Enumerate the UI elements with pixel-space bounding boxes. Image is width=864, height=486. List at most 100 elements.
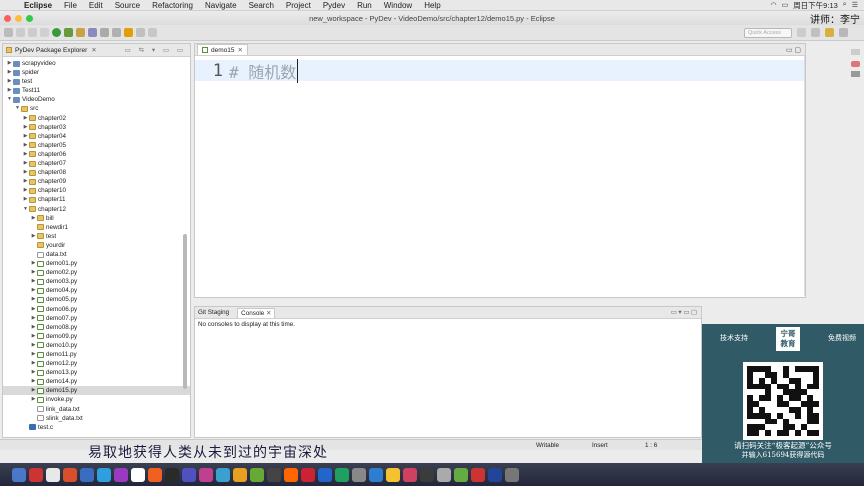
dock-app-icon[interactable] bbox=[148, 467, 162, 482]
perspective-python-icon[interactable] bbox=[825, 28, 834, 37]
perspective-icon[interactable] bbox=[797, 28, 806, 37]
menu-file[interactable]: File bbox=[58, 1, 83, 10]
menu-run[interactable]: Run bbox=[351, 1, 378, 10]
tree-item[interactable]: ▶ demo03.py bbox=[3, 277, 190, 286]
collapsed-arrow-icon[interactable]: ▶ bbox=[30, 268, 37, 277]
code-line-1[interactable]: 1 # 随机数 bbox=[195, 58, 805, 83]
collapsed-arrow-icon[interactable]: ▶ bbox=[22, 159, 29, 168]
collapsed-arrow-icon[interactable]: ▶ bbox=[30, 386, 37, 395]
expanded-arrow-icon[interactable]: ▼ bbox=[6, 95, 13, 104]
menu-window[interactable]: Window bbox=[378, 1, 418, 10]
tree-item[interactable]: ▶ spider bbox=[3, 68, 190, 77]
collapsed-arrow-icon[interactable]: ▶ bbox=[30, 359, 37, 368]
dock-app-icon[interactable] bbox=[488, 467, 502, 482]
collapsed-arrow-icon[interactable]: ▶ bbox=[22, 123, 29, 132]
tab-console[interactable]: Console ✕ bbox=[237, 307, 276, 318]
dock-app-icon[interactable] bbox=[301, 467, 315, 482]
tree-item[interactable]: ▼ VideoDemo bbox=[3, 95, 190, 104]
print-icon[interactable] bbox=[28, 28, 37, 37]
collapsed-arrow-icon[interactable]: ▶ bbox=[30, 323, 37, 332]
dock-app-icon[interactable] bbox=[386, 467, 400, 482]
dock-app-icon[interactable] bbox=[250, 467, 264, 482]
battery-icon[interactable]: ▭ bbox=[782, 1, 789, 9]
dock-app-icon[interactable] bbox=[335, 467, 349, 482]
view-menu-icon[interactable]: ▭ ⇆ ▾ ▭ ▭ bbox=[125, 46, 186, 54]
dock-app-icon[interactable] bbox=[114, 467, 128, 482]
toggle-icon[interactable] bbox=[100, 28, 109, 37]
tree-item[interactable]: ▶ demo12.py bbox=[3, 359, 190, 368]
dock-app-icon[interactable] bbox=[29, 467, 43, 482]
tree-item[interactable]: ▶ demo11.py bbox=[3, 350, 190, 359]
tree-item[interactable]: ▶ chapter04 bbox=[3, 132, 190, 141]
tree-scrollbar[interactable] bbox=[183, 234, 187, 389]
editor-minmax-icon[interactable]: ▭ ▢ bbox=[786, 46, 801, 54]
collapsed-arrow-icon[interactable]: ▶ bbox=[30, 314, 37, 323]
dock-app-icon[interactable] bbox=[437, 467, 451, 482]
tree-item[interactable]: ▶ test bbox=[3, 232, 190, 241]
nav-back-icon[interactable] bbox=[124, 28, 133, 37]
tree-item[interactable]: ▶ chapter07 bbox=[3, 159, 190, 168]
collapsed-arrow-icon[interactable]: ▶ bbox=[22, 186, 29, 195]
menu-icon[interactable]: ☰ bbox=[852, 1, 858, 9]
menu-source[interactable]: Source bbox=[109, 1, 146, 10]
tree-item[interactable]: ▶ bill bbox=[3, 214, 190, 223]
tab-git-staging[interactable]: Git Staging bbox=[198, 309, 229, 316]
menu-help[interactable]: Help bbox=[418, 1, 446, 10]
tree-item[interactable]: ▶ chapter11 bbox=[3, 195, 190, 204]
collapsed-arrow-icon[interactable]: ▶ bbox=[30, 341, 37, 350]
dock-app-icon[interactable] bbox=[233, 467, 247, 482]
tree-item[interactable]: ▶ demo10.py bbox=[3, 341, 190, 350]
tree-item[interactable]: yourdir bbox=[3, 241, 190, 250]
dock-app-icon[interactable] bbox=[216, 467, 230, 482]
collapsed-arrow-icon[interactable]: ▶ bbox=[6, 59, 13, 68]
collapsed-arrow-icon[interactable]: ▶ bbox=[6, 68, 13, 77]
tree-item[interactable]: link_data.txt bbox=[3, 405, 190, 414]
tree-item[interactable]: ▶ demo07.py bbox=[3, 314, 190, 323]
tree-item[interactable]: ▶ demo08.py bbox=[3, 323, 190, 332]
expanded-arrow-icon[interactable]: ▼ bbox=[14, 104, 21, 113]
tree-item[interactable]: ▶ chapter08 bbox=[3, 168, 190, 177]
tree-item[interactable]: ▶ scrapyvideo bbox=[3, 59, 190, 68]
dock-app-icon[interactable] bbox=[131, 467, 145, 482]
run-icon[interactable] bbox=[52, 28, 61, 37]
tree-item[interactable]: ▶ chapter10 bbox=[3, 186, 190, 195]
qr-code[interactable] bbox=[743, 362, 823, 440]
tree-item[interactable]: ▶ demo14.py bbox=[3, 377, 190, 386]
nav-forward-icon[interactable] bbox=[136, 28, 145, 37]
dock-app-icon[interactable] bbox=[12, 467, 26, 482]
collapsed-arrow-icon[interactable]: ▶ bbox=[6, 86, 13, 95]
wifi-icon[interactable]: ◠ bbox=[770, 1, 776, 9]
tree-item[interactable]: ▶ demo13.py bbox=[3, 368, 190, 377]
tree-item[interactable]: ▶ invoke.py bbox=[3, 395, 190, 404]
tree-item[interactable]: ▶ chapter09 bbox=[3, 177, 190, 186]
tree-item[interactable]: ▶ demo09.py bbox=[3, 332, 190, 341]
collapsed-arrow-icon[interactable]: ▶ bbox=[30, 377, 37, 386]
menu-search[interactable]: Search bbox=[243, 1, 280, 10]
dock-app-icon[interactable] bbox=[199, 467, 213, 482]
tree-item[interactable]: ▶ demo01.py bbox=[3, 259, 190, 268]
code-text[interactable]: # 随机数 bbox=[229, 58, 299, 83]
menu-edit[interactable]: Edit bbox=[83, 1, 109, 10]
tree-item[interactable]: slink_data.txt bbox=[3, 414, 190, 423]
menu-pydev[interactable]: Pydev bbox=[317, 1, 351, 10]
collapsed-arrow-icon[interactable]: ▶ bbox=[30, 259, 37, 268]
tree-item[interactable]: ▶ demo04.py bbox=[3, 286, 190, 295]
menu-navigate[interactable]: Navigate bbox=[199, 1, 243, 10]
dock-app-icon[interactable] bbox=[352, 467, 366, 482]
tree-item[interactable]: ▶ demo15.py bbox=[3, 386, 190, 396]
dock-app-icon[interactable] bbox=[471, 467, 485, 482]
expanded-arrow-icon[interactable]: ▼ bbox=[22, 205, 29, 214]
dock-app-icon[interactable] bbox=[403, 467, 417, 482]
run-config-icon[interactable] bbox=[64, 28, 73, 37]
collapsed-arrow-icon[interactable]: ▶ bbox=[22, 132, 29, 141]
collapsed-arrow-icon[interactable]: ▶ bbox=[22, 195, 29, 204]
tree-item[interactable]: ▶ demo05.py bbox=[3, 295, 190, 304]
annotation-icon[interactable] bbox=[112, 28, 121, 37]
tree-item[interactable]: ▶ test bbox=[3, 77, 190, 86]
dock-app-icon[interactable] bbox=[284, 467, 298, 482]
dock-app-icon[interactable] bbox=[46, 467, 60, 482]
debug-icon[interactable] bbox=[40, 28, 49, 37]
trim-view-icon[interactable] bbox=[851, 71, 860, 77]
collapsed-arrow-icon[interactable]: ▶ bbox=[30, 232, 37, 241]
tree-item[interactable]: ▼ chapter12 bbox=[3, 205, 190, 214]
